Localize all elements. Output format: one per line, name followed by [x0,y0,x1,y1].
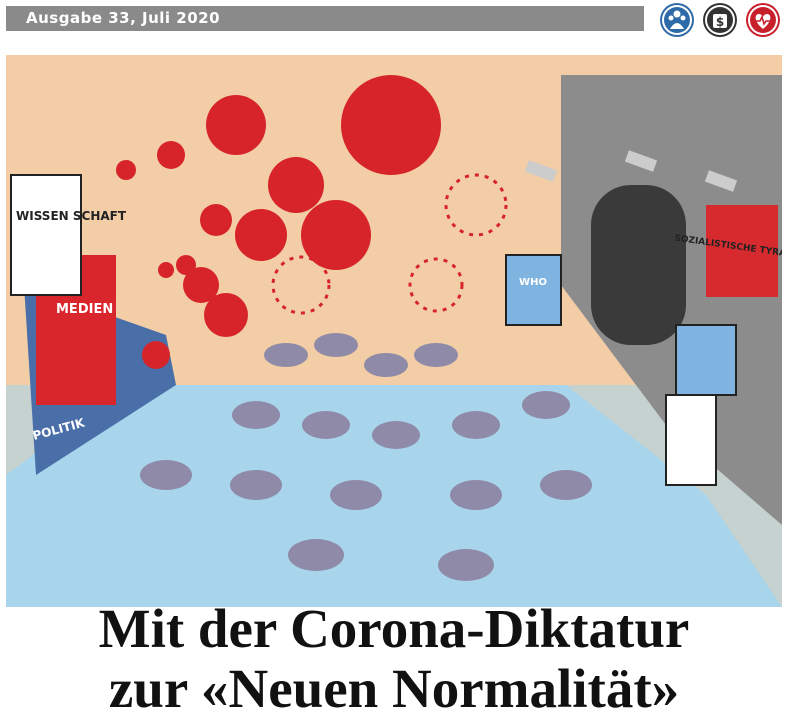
issue-date: Ausgabe 33, Juli 2020 [26,9,221,27]
who-label: WHO [519,277,547,288]
heartbeat-icon[interactable] [746,3,780,37]
prison-gate [591,185,686,345]
money-bag-icon[interactable]: $ [703,3,737,37]
dollar-symbol: $ [716,15,724,29]
science-figure [10,174,82,296]
headline-line-2: zur «Neuen Normalität» [108,658,680,719]
science-label: WISSEN SCHAFT [16,209,127,223]
cartoon-illustration: SOZIALISTISCHE TYRANNEI WHO WISSEN SCHAF… [6,55,782,607]
headline-line-1: Mit der Corona-Diktatur [98,598,690,659]
family-icon[interactable] [660,3,694,37]
media-label: MEDIEN [56,302,113,317]
issue-bar: Ausgabe 33, Juli 2020 [6,6,644,31]
